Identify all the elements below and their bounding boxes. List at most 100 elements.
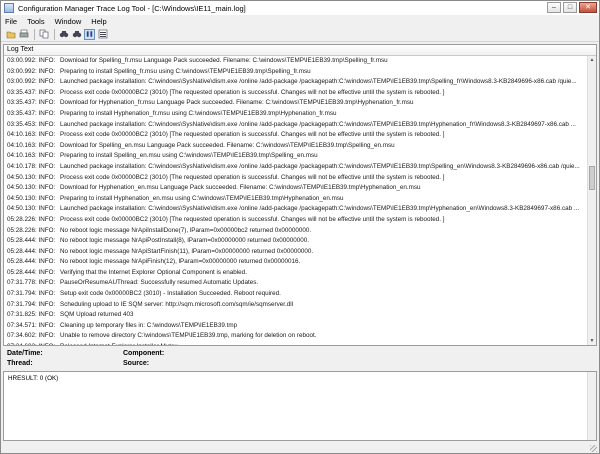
log-row-message: No reboot logic message NrApiPostInstall… xyxy=(60,237,310,245)
log-row-message: Launched package installation: C:\window… xyxy=(60,78,577,86)
log-row-time: 04:50.130: INFO: xyxy=(7,184,56,192)
toolbar xyxy=(1,27,599,42)
log-row-time: 03:35.437: INFO: xyxy=(7,88,56,96)
log-row[interactable]: 05:28.444: INFO: No reboot logic message … xyxy=(4,247,587,258)
scrollbar-thumb[interactable] xyxy=(589,166,595,190)
log-row-time: 03:00.992: INFO: xyxy=(7,67,56,75)
maximize-button[interactable]: □ xyxy=(563,2,577,13)
find-icon[interactable] xyxy=(58,29,69,40)
title-bar[interactable]: Configuration Manager Trace Log Tool - [… xyxy=(1,1,599,15)
log-row-message: Launched package installation: C:\window… xyxy=(60,120,576,128)
log-row-time: 03:00.992: INFO: xyxy=(7,57,56,64)
log-row[interactable]: 03:35.437: INFO: Download for Hyphenation… xyxy=(4,98,587,109)
vertical-scrollbar[interactable]: ▲ ▼ xyxy=(587,56,596,345)
scroll-up-icon[interactable]: ▲ xyxy=(588,56,596,64)
log-row[interactable]: 07:31.794: INFO: Scheduling upload to IE … xyxy=(4,300,587,311)
log-row-message: Preparing to install Hyphenation_fr.msu … xyxy=(60,109,337,117)
log-row[interactable]: 04:50.130: INFO: Process exit code 0x0000… xyxy=(4,173,587,184)
log-row[interactable]: 07:31.778: INFO: PauseOrResumeAUThread: S… xyxy=(4,278,587,289)
log-row-time: 04:50.130: INFO: xyxy=(7,173,56,181)
log-row-time: 04:10.163: INFO: xyxy=(7,131,56,139)
log-row-time: 05:28.226: INFO: xyxy=(7,215,56,223)
log-row[interactable]: 03:00.992: INFO: Launched package install… xyxy=(4,77,587,88)
log-row-time: 05:28.444: INFO: xyxy=(7,258,56,266)
log-row-time: 04:10.163: INFO: xyxy=(7,152,56,160)
log-row-message: Download for Hyphenation_en.msu Language… xyxy=(60,184,421,192)
log-row[interactable]: 05:28.226: INFO: Process exit code 0x0000… xyxy=(4,215,587,226)
log-row[interactable]: 05:28.444: INFO: Verifying that the Inter… xyxy=(4,268,587,279)
pause-icon[interactable] xyxy=(84,28,95,40)
print-icon[interactable] xyxy=(18,29,29,40)
component-label: Component: xyxy=(123,350,165,357)
log-row[interactable]: 05:28.444: INFO: No reboot logic message … xyxy=(4,236,587,247)
log-row-time: 07:31.825: INFO: xyxy=(7,311,56,319)
log-row[interactable]: 07:34.602: INFO:Released Internet Explor… xyxy=(4,342,587,345)
log-row[interactable]: 05:28.444: INFO: No reboot logic message … xyxy=(4,257,587,268)
log-rows: 03:00.992: INFO: Download for Spelling_fr… xyxy=(4,56,587,345)
window-title: Configuration Manager Trace Log Tool - [… xyxy=(18,3,246,13)
app-window: Configuration Manager Trace Log Tool - [… xyxy=(0,0,600,454)
log-row[interactable]: 03:35.437: INFO: Preparing to install Hyp… xyxy=(4,109,587,120)
log-row[interactable]: 05:28.226: INFO: No reboot logic message … xyxy=(4,226,587,237)
status-bar xyxy=(1,443,599,453)
log-row[interactable]: 03:35.453: INFO: Launched package install… xyxy=(4,120,587,131)
highlight-icon[interactable] xyxy=(97,29,108,40)
log-text-column-header[interactable]: Log Text xyxy=(4,45,596,56)
log-row-time: 07:31.794: INFO: xyxy=(7,300,56,308)
log-row-message: No reboot logic message NrApiStartFinish… xyxy=(60,247,314,255)
log-list[interactable]: Log Text 03:00.992: INFO: Download for Sp… xyxy=(3,44,597,346)
log-row[interactable]: 03:35.437: INFO: Process exit code 0x0000… xyxy=(4,88,587,99)
log-row-message: Launched package installation: C:\window… xyxy=(60,162,580,170)
log-row-time: 03:35.453: INFO: xyxy=(7,120,56,128)
log-row[interactable]: 04:10.163: INFO: Preparing to install Spe… xyxy=(4,151,587,162)
thread-label: Thread: xyxy=(7,360,33,367)
minimize-button[interactable]: – xyxy=(547,2,561,13)
log-row[interactable]: 04:10.163: INFO: Download for Spelling_en… xyxy=(4,141,587,152)
log-row-message: Unable to remove directory C:\windows\TE… xyxy=(60,332,317,340)
log-row-message: Process exit code 0x00000BC2 (3010) [The… xyxy=(60,173,445,181)
log-row[interactable]: 04:50.130: INFO: Preparing to install Hyp… xyxy=(4,194,587,205)
datetime-label: Date/Time: xyxy=(7,350,43,357)
log-row-message: No reboot logic message NrApiInstallDone… xyxy=(60,226,312,234)
log-row-message: PauseOrResumeAUThread: Successfully resu… xyxy=(60,279,259,287)
log-row[interactable]: 04:50.130: INFO: Launched package install… xyxy=(4,204,587,215)
log-row-time: 05:28.444: INFO: xyxy=(7,268,56,276)
scroll-down-icon[interactable]: ▼ xyxy=(588,337,596,345)
menu-window[interactable]: Window xyxy=(55,17,82,26)
log-row-time: 07:34.602: INFO: xyxy=(4,342,60,345)
log-row-time: 03:35.437: INFO: xyxy=(7,109,56,117)
log-row[interactable]: 03:00.992: INFO: Preparing to install Spe… xyxy=(4,67,587,78)
resize-grip-icon[interactable] xyxy=(590,445,597,452)
copy-icon[interactable] xyxy=(38,29,49,40)
log-row[interactable]: 03:00.992: INFO: Download for Spelling_fr… xyxy=(4,56,587,67)
log-row-message: Preparing to install Spelling_en.msu usi… xyxy=(60,152,318,160)
message-box[interactable]: HRESULT: 0 (OK) xyxy=(3,371,597,441)
log-row[interactable]: 07:31.825: INFO: SQM Upload returned 403 xyxy=(4,310,587,321)
log-row[interactable]: 04:10.163: INFO: Process exit code 0x0000… xyxy=(4,130,587,141)
open-icon[interactable] xyxy=(5,29,16,40)
menu-tools[interactable]: Tools xyxy=(27,17,45,26)
log-row[interactable]: 07:34.602: INFO: Unable to remove directo… xyxy=(4,331,587,342)
log-row-time: 07:34.602: INFO: xyxy=(7,332,56,340)
log-row-message: Released Internet Explorer Installer Mut… xyxy=(60,342,587,345)
message-scrollbar[interactable] xyxy=(587,372,596,440)
log-row-time: 03:00.992: INFO: xyxy=(7,78,56,86)
log-row-time: 04:10.178: INFO: xyxy=(7,162,56,170)
log-row[interactable]: 04:10.178: INFO: Launched package install… xyxy=(4,162,587,173)
menu-file[interactable]: File xyxy=(5,17,17,26)
log-row[interactable]: 07:31.794: INFO: Setup exit code 0x00000B… xyxy=(4,289,587,300)
close-button[interactable]: ✕ xyxy=(579,2,597,13)
toolbar-separator xyxy=(34,28,35,40)
menu-help[interactable]: Help xyxy=(91,17,106,26)
log-row-message: Download for Spelling_fr.msu Language Pa… xyxy=(60,57,388,64)
log-row[interactable]: 07:34.571: INFO: Cleaning up temporary fi… xyxy=(4,321,587,332)
log-row-message: SQM Upload returned 403 xyxy=(60,311,134,319)
log-row-time: 05:28.444: INFO: xyxy=(7,237,56,245)
log-row-message: Launched package installation: C:\window… xyxy=(60,205,580,213)
find-next-icon[interactable] xyxy=(71,29,82,40)
log-row-time: 05:28.226: INFO: xyxy=(7,226,56,234)
message-text: HRESULT: 0 (OK) xyxy=(8,375,59,382)
log-row-time: 04:50.130: INFO: xyxy=(7,205,56,213)
log-row-message: Process exit code 0x00000BC2 (3010) [The… xyxy=(60,215,445,223)
log-row[interactable]: 04:50.130: INFO: Download for Hyphenation… xyxy=(4,183,587,194)
